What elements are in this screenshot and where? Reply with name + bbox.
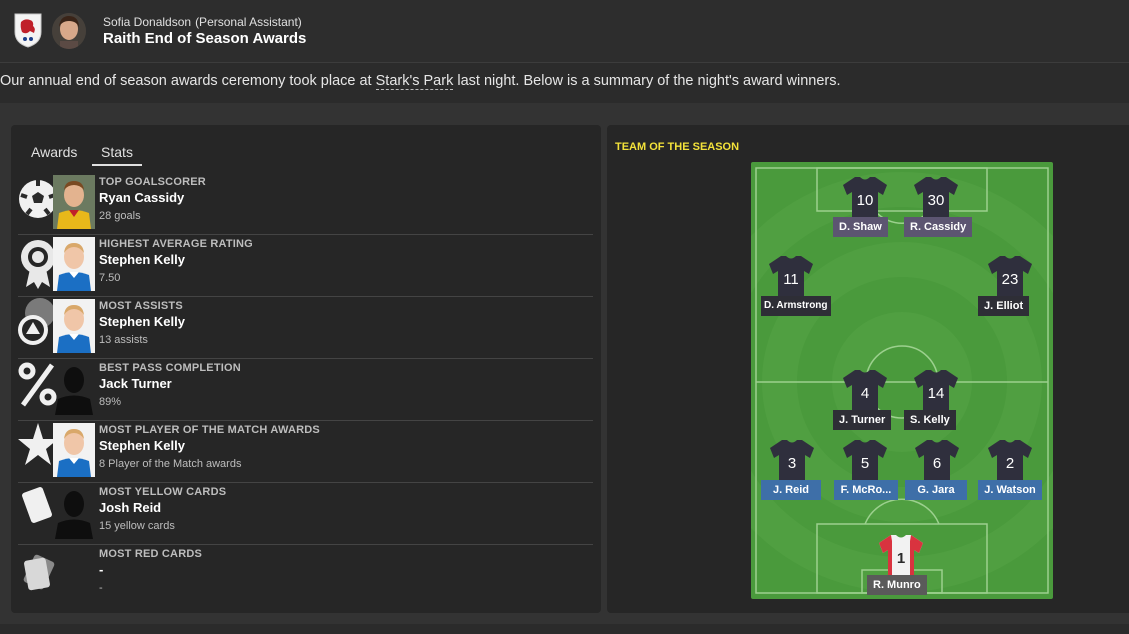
player-name: R. Munro: [867, 575, 927, 595]
assist-icon: [18, 298, 55, 345]
shirt-number: 3: [788, 455, 796, 472]
sender-name[interactable]: Sofia Donaldson: [103, 15, 191, 29]
player-name: D. Armstrong: [761, 296, 831, 316]
award-winner[interactable]: Jack Turner: [99, 376, 172, 391]
rating-badge-icon: [21, 240, 55, 289]
shirt-icon: 2: [988, 440, 1032, 482]
sender-role: (Personal Assistant): [195, 15, 302, 29]
shirt-icon: 14: [914, 370, 958, 412]
player-name: S. Kelly: [904, 410, 956, 430]
player-j-elliot[interactable]: 23 J. Elliot: [970, 254, 1050, 334]
stadium-link[interactable]: Stark's Park: [375, 73, 454, 90]
shirt-icon: 5: [843, 440, 887, 482]
team-of-season-title: TEAM OF THE SEASON: [615, 141, 740, 153]
award-winner[interactable]: Stephen Kelly: [99, 314, 185, 329]
message-header: Sofia Donaldson (Personal Assistant) Rait…: [0, 0, 1129, 63]
shirt-icon: 11: [769, 256, 813, 298]
award-row-yellow-cards[interactable]: MOST YELLOW CARDS Josh Reid 15 yellow ca…: [18, 483, 593, 545]
award-category: TOP GOALSCORER: [99, 176, 206, 188]
shirt-number: 1: [897, 550, 905, 567]
award-value: -: [99, 582, 103, 594]
award-category: MOST RED CARDS: [99, 548, 203, 560]
shirt-icon: 3: [770, 440, 814, 482]
award-value: 7.50: [99, 272, 121, 284]
player-name: J. Turner: [833, 410, 892, 430]
player-name: R. Cassidy: [904, 217, 973, 237]
player-r-munro[interactable]: 1 R. Munro: [861, 533, 941, 613]
player-photo: [53, 175, 95, 229]
shirt-number: 4: [861, 385, 869, 402]
award-category: MOST ASSISTS: [99, 300, 183, 312]
player-name: D. Shaw: [833, 217, 888, 237]
award-row-most-assists[interactable]: MOST ASSISTS Stephen Kelly 13 assists: [18, 297, 593, 359]
player-j-watson[interactable]: 2 J. Watson: [970, 438, 1050, 518]
award-row-red-cards[interactable]: MOST RED CARDS - -: [18, 545, 593, 606]
player-s-kelly[interactable]: 14 S. Kelly: [896, 368, 976, 448]
award-value: 15 yellow cards: [99, 520, 175, 532]
player-photo: [53, 299, 95, 353]
award-row-player-of-match[interactable]: MOST PLAYER OF THE MATCH AWARDS Stephen …: [18, 421, 593, 483]
player-silhouette: [53, 361, 95, 415]
player-r-cassidy[interactable]: 30 R. Cassidy: [896, 175, 976, 255]
sender-line: Sofia Donaldson (Personal Assistant): [103, 15, 302, 29]
shirt-icon: 30: [914, 177, 958, 219]
message-title: Raith End of Season Awards: [103, 30, 307, 47]
player-silhouette: [53, 485, 95, 539]
award-row-top-goalscorer[interactable]: TOP GOALSCORER Ryan Cassidy 28 goals: [18, 173, 593, 235]
award-winner[interactable]: Stephen Kelly: [99, 252, 185, 267]
shirt-number: 11: [783, 271, 799, 288]
tab-awards[interactable]: Awards: [31, 140, 77, 164]
player-photo: [53, 237, 95, 291]
percent-icon: [18, 362, 57, 407]
shirt-icon: 23: [988, 256, 1032, 298]
player-g-jara[interactable]: 6 G. Jara: [897, 438, 977, 518]
shirt-number: 2: [1006, 455, 1014, 472]
shirt-number: 23: [1002, 271, 1019, 288]
award-category: MOST PLAYER OF THE MATCH AWARDS: [99, 424, 320, 436]
shirt-number: 14: [928, 385, 945, 402]
player-j-turner[interactable]: 4 J. Turner: [825, 368, 905, 448]
player-j-reid[interactable]: 3 J. Reid: [752, 438, 832, 518]
award-category: BEST PASS COMPLETION: [99, 362, 241, 374]
shirt-icon: 4: [843, 370, 887, 412]
award-category: MOST YELLOW CARDS: [99, 486, 227, 498]
shirt-icon: 10: [843, 177, 887, 219]
award-value: 28 goals: [99, 210, 141, 222]
player-name: J. Elliot: [978, 296, 1030, 316]
yellow-card-icon: [22, 487, 52, 523]
player-name: F. McRo...: [834, 480, 898, 500]
award-winner[interactable]: Ryan Cassidy: [99, 190, 184, 205]
player-name: J. Watson: [978, 480, 1042, 500]
red-card-icon: [23, 554, 55, 591]
player-name: G. Jara: [905, 480, 967, 500]
award-value: 8 Player of the Match awards: [99, 458, 242, 470]
award-row-highest-rating[interactable]: HIGHEST AVERAGE RATING Stephen Kelly 7.5…: [18, 235, 593, 297]
shirt-number: 6: [933, 455, 941, 472]
club-crest-icon: [14, 13, 42, 48]
award-category: HIGHEST AVERAGE RATING: [99, 238, 253, 250]
shirt-number: 5: [861, 455, 869, 472]
player-f-mcro[interactable]: 5 F. McRo...: [825, 438, 905, 518]
award-winner[interactable]: Stephen Kelly: [99, 438, 185, 453]
shirt-icon: 6: [915, 440, 959, 482]
award-value: 13 assists: [99, 334, 148, 346]
award-value: 89%: [99, 396, 122, 408]
tab-stats[interactable]: Stats: [92, 140, 142, 166]
award-winner: -: [99, 562, 104, 577]
goalkeeper-shirt-icon: 1: [879, 535, 923, 577]
player-photo: [53, 423, 95, 477]
shirt-number: 30: [928, 192, 945, 209]
football-icon: [19, 180, 57, 218]
intro-after: last night. Below is a summary of the ni…: [453, 73, 841, 89]
intro-before: Our annual end of season awards ceremony…: [0, 73, 376, 89]
player-name: J. Reid: [761, 480, 821, 500]
player-d-shaw[interactable]: 10 D. Shaw: [825, 175, 905, 255]
player-d-armstrong[interactable]: 11 D. Armstrong: [751, 254, 831, 334]
shirt-number: 10: [857, 192, 874, 209]
intro-text: Our annual end of season awards ceremony…: [0, 73, 841, 90]
star-icon: [18, 423, 58, 465]
award-row-pass-completion[interactable]: BEST PASS COMPLETION Jack Turner 89%: [18, 359, 593, 421]
award-winner[interactable]: Josh Reid: [99, 500, 161, 515]
sender-avatar[interactable]: [52, 13, 86, 49]
